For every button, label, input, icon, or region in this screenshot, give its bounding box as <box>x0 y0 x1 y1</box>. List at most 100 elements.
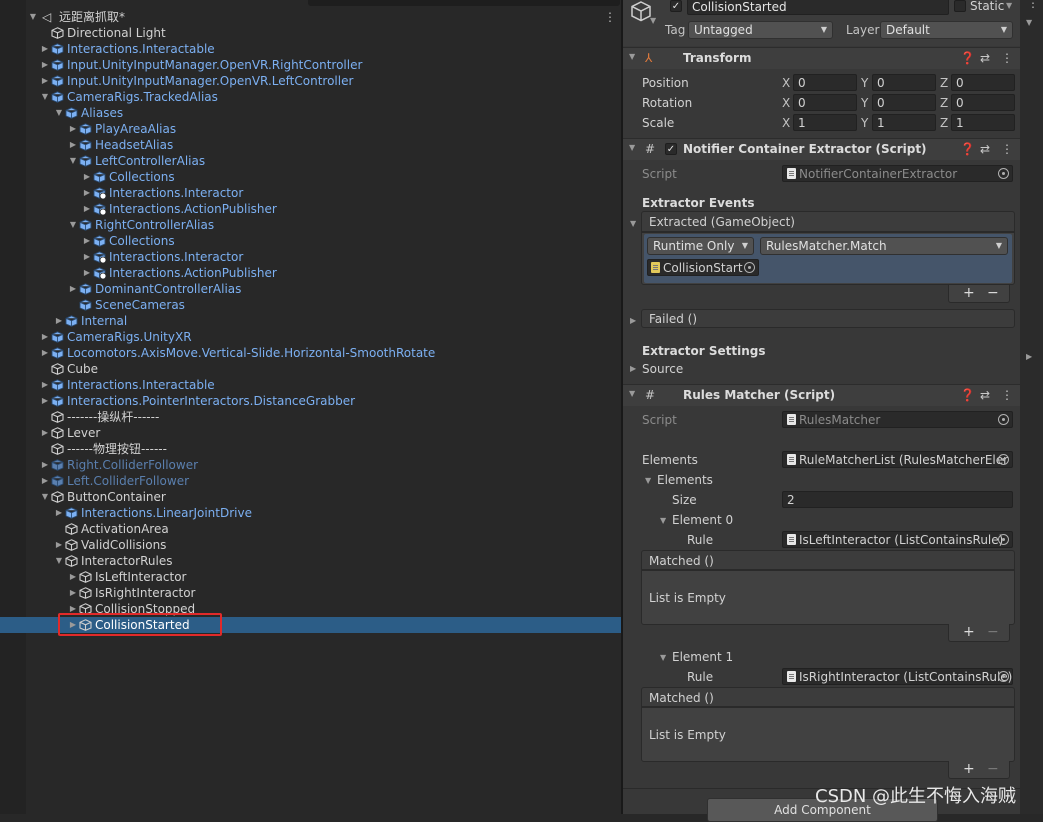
component-menu-icon[interactable]: ⋮ <box>1001 51 1013 65</box>
hierarchy-row[interactable]: ▶ CameraRigs.UnityXR <box>26 329 621 345</box>
fold-right-icon[interactable]: ▶ <box>40 457 50 473</box>
hierarchy-row[interactable]: ▼ LeftControllerAlias <box>26 153 621 169</box>
transform-y-field[interactable]: 0 <box>872 94 936 111</box>
transform-x-field[interactable]: 0 <box>793 94 857 111</box>
fold-right-icon[interactable]: ▶ <box>68 281 78 297</box>
elements-object-field[interactable]: RuleMatcherList (RulesMatcherEler <box>782 451 1013 468</box>
object-picker-icon[interactable] <box>998 534 1009 545</box>
hierarchy-row[interactable]: Cube <box>26 361 621 377</box>
hierarchy-row[interactable]: ▶ Interactions.Interactable <box>26 377 621 393</box>
fold-down-icon[interactable]: ▼ <box>68 217 78 233</box>
preset-icon[interactable]: ⇄ <box>980 142 990 156</box>
layer-dropdown[interactable]: Default ▼ <box>880 21 1013 39</box>
add-icon[interactable]: + <box>963 624 975 640</box>
fold-right-icon[interactable]: ▶ <box>68 569 78 585</box>
fold-right-icon[interactable]: ▶ <box>82 265 92 281</box>
fold-right-icon[interactable]: ▶ <box>68 137 78 153</box>
transform-y-field[interactable]: 0 <box>872 74 936 91</box>
fold-down-icon[interactable]: ▼ <box>630 219 636 228</box>
hierarchy-row[interactable]: ▶ Left.ColliderFollower <box>26 473 621 489</box>
active-checkbox[interactable]: ✓ <box>670 0 682 12</box>
hierarchy-row[interactable]: ▼ RightControllerAlias <box>26 217 621 233</box>
panel-menu-icon[interactable]: ⋮ <box>1027 0 1039 10</box>
fold-right-icon[interactable]: ▶ <box>54 505 64 521</box>
static-dropdown-caret[interactable]: ▼ <box>1006 1 1012 10</box>
source-label[interactable]: Source <box>642 361 683 377</box>
axis-z-label[interactable]: Z <box>940 75 948 91</box>
hierarchy-row[interactable]: Directional Light <box>26 25 621 41</box>
fold-right-icon[interactable]: ▶ <box>40 377 50 393</box>
hierarchy-row[interactable]: ▼ ButtonContainer <box>26 489 621 505</box>
add-icon[interactable]: + <box>963 761 975 777</box>
hierarchy-row[interactable]: ▶ IsRightInteractor <box>26 585 621 601</box>
elements-fold-label[interactable]: Elements <box>657 472 713 488</box>
extractor-enabled-checkbox[interactable]: ✓ <box>665 143 677 155</box>
axis-y-label[interactable]: Y <box>861 75 868 91</box>
fold-right-icon[interactable]: ▶ <box>40 41 50 57</box>
fold-down-icon[interactable]: ▼ <box>68 153 78 169</box>
object-picker-icon[interactable] <box>744 262 755 273</box>
hierarchy-row[interactable]: ▶ Right.ColliderFollower <box>26 457 621 473</box>
fold-right-icon[interactable]: ▶ <box>82 201 92 217</box>
fold-down-icon[interactable]: ▼ <box>1026 18 1032 27</box>
transform-x-field[interactable]: 1 <box>793 114 857 131</box>
add-icon[interactable]: + <box>963 285 975 301</box>
hierarchy-row[interactable]: ▶ IsLeftInteractor <box>26 569 621 585</box>
transform-header[interactable]: ▼ ⅄ Transform ❓ ⇄ ⋮ <box>623 47 1020 69</box>
hierarchy-row[interactable]: ▶ Collections <box>26 233 621 249</box>
fold-down-icon[interactable]: ▼ <box>40 489 50 505</box>
fold-right-icon[interactable]: ▶ <box>40 73 50 89</box>
fold-right-icon[interactable]: ▶ <box>68 585 78 601</box>
event-target-field[interactable]: CollisionStart <box>647 259 759 276</box>
scene-row[interactable]: ▼ ◁ 远距离抓取* ⋮ <box>26 9 621 25</box>
transform-z-field[interactable]: 0 <box>951 74 1015 91</box>
function-dropdown[interactable]: RulesMatcher.Match ▼ <box>760 237 1008 255</box>
element0-label[interactable]: Element 0 <box>672 512 733 528</box>
fold-right-icon[interactable]: ▶ <box>54 537 64 553</box>
rules-matcher-header[interactable]: ▼ # Rules Matcher (Script) ❓ ⇄ ⋮ <box>623 384 1020 406</box>
scene-menu-icon[interactable]: ⋮ <box>604 9 616 25</box>
fold-right-icon[interactable]: ▶ <box>1026 352 1032 361</box>
fold-down-icon[interactable]: ▼ <box>40 89 50 105</box>
rule0-object-field[interactable]: IsLeftInteractor (ListContainsRule) <box>782 531 1013 548</box>
fold-down-icon[interactable]: ▼ <box>28 9 38 25</box>
transform-z-field[interactable]: 0 <box>951 94 1015 111</box>
help-icon[interactable]: ❓ <box>960 142 975 156</box>
hierarchy-row[interactable]: SceneCameras <box>26 297 621 313</box>
fold-down-icon[interactable]: ▼ <box>660 516 666 525</box>
rule1-object-field[interactable]: IsRightInteractor (ListContainsRule) <box>782 668 1013 685</box>
fold-right-icon[interactable]: ▶ <box>68 121 78 137</box>
fold-right-icon[interactable]: ▶ <box>54 313 64 329</box>
fold-down-icon[interactable]: ▼ <box>629 52 635 61</box>
remove-icon[interactable]: − <box>987 285 999 301</box>
fold-right-icon[interactable]: ▶ <box>40 345 50 361</box>
extractor-header[interactable]: ▼ # ✓ Notifier Container Extractor (Scri… <box>623 138 1020 160</box>
component-menu-icon[interactable]: ⋮ <box>1001 142 1013 156</box>
fold-right-icon[interactable]: ▶ <box>40 393 50 409</box>
fold-right-icon[interactable]: ▶ <box>82 185 92 201</box>
help-icon[interactable]: ❓ <box>960 51 975 65</box>
hierarchy-row[interactable]: ▶ Interactions.LinearJointDrive <box>26 505 621 521</box>
icon-dropdown-caret[interactable]: ▼ <box>650 16 656 25</box>
preset-icon[interactable]: ⇄ <box>980 388 990 402</box>
hierarchy-row[interactable]: ▶ Interactions.Interactor <box>26 185 621 201</box>
axis-z-label[interactable]: Z <box>940 95 948 111</box>
axis-x-label[interactable]: X <box>782 75 790 91</box>
element1-label[interactable]: Element 1 <box>672 649 733 665</box>
hierarchy-row[interactable]: ▶ Interactions.PointerInteractors.Distanc… <box>26 393 621 409</box>
fold-right-icon[interactable]: ▶ <box>630 316 636 325</box>
tag-dropdown[interactable]: Untagged ▼ <box>688 21 833 39</box>
fold-right-icon[interactable]: ▶ <box>630 364 636 373</box>
hierarchy-row[interactable]: ------物理按钮------ <box>26 441 621 457</box>
fold-down-icon[interactable]: ▼ <box>629 389 635 398</box>
transform-y-field[interactable]: 1 <box>872 114 936 131</box>
hierarchy-row[interactable]: ▶ Input.UnityInputManager.OpenVR.LeftCont… <box>26 73 621 89</box>
hierarchy-row[interactable]: -------操纵杆------ <box>26 409 621 425</box>
fold-right-icon[interactable]: ▶ <box>40 425 50 441</box>
hierarchy-row[interactable]: ▶ Collections <box>26 169 621 185</box>
axis-y-label[interactable]: Y <box>861 115 868 131</box>
fold-right-icon[interactable]: ▶ <box>40 473 50 489</box>
hierarchy-row[interactable]: ▶ Input.UnityInputManager.OpenVR.RightCon… <box>26 57 621 73</box>
hierarchy-row[interactable]: ▶ Interactions.Interactable <box>26 41 621 57</box>
hierarchy-row[interactable]: ▶ Interactions.Interactor <box>26 249 621 265</box>
